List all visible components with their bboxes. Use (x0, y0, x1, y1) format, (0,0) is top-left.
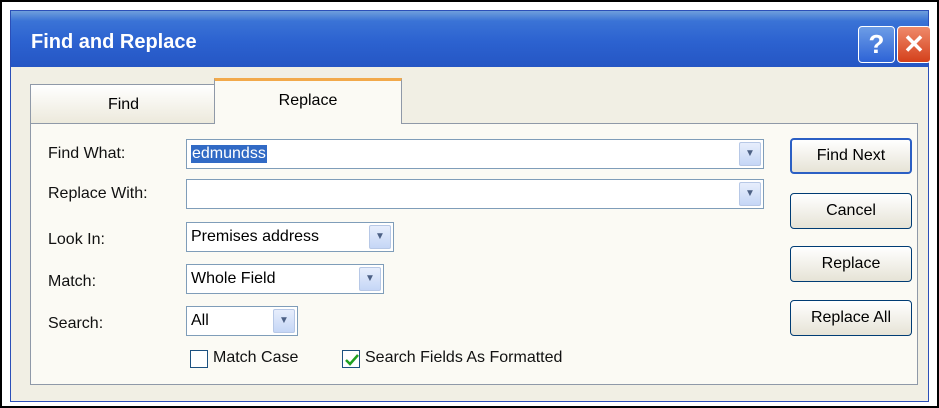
find-what-value: edmundss (191, 145, 267, 163)
look-in-label: Look In: (48, 231, 105, 248)
title-bar[interactable]: Find and Replace ? ✕ (11, 11, 931, 67)
search-label: Search: (48, 315, 104, 332)
help-button[interactable]: ? (858, 26, 895, 63)
find-what-combobox[interactable]: edmundss ▼ (186, 139, 764, 169)
chevron-down-icon[interactable]: ▼ (273, 309, 295, 333)
find-next-button[interactable]: Find Next (790, 138, 912, 174)
tab-find[interactable]: Find (30, 84, 217, 124)
search-fields-as-formatted-label[interactable]: Search Fields As Formatted (365, 349, 562, 367)
replace-with-combobox[interactable]: ▼ (186, 179, 764, 209)
replace-button[interactable]: Replace (790, 246, 912, 282)
match-label: Match: (48, 273, 97, 290)
chevron-down-icon[interactable]: ▼ (739, 182, 761, 206)
look-in-select[interactable]: Premises address ▼ (186, 222, 394, 252)
search-value: All (191, 312, 209, 329)
chevron-down-icon[interactable]: ▼ (369, 225, 391, 249)
cancel-button[interactable]: Cancel (790, 193, 912, 229)
dialog-title: Find and Replace (31, 31, 197, 53)
search-fields-as-formatted-checkbox[interactable] (342, 350, 360, 368)
match-case-label[interactable]: Match Case (213, 349, 298, 367)
tab-replace[interactable]: Replace (214, 78, 402, 124)
look-in-value: Premises address (191, 228, 320, 245)
chevron-down-icon[interactable]: ▼ (739, 142, 761, 166)
chevron-down-icon[interactable]: ▼ (359, 267, 381, 291)
help-icon: ? (868, 29, 885, 59)
match-case-checkbox[interactable] (190, 350, 208, 368)
checkmark-icon (345, 354, 359, 366)
match-value: Whole Field (191, 270, 276, 287)
find-what-label: Find What: (48, 145, 126, 162)
search-select[interactable]: All ▼ (186, 306, 298, 336)
replace-all-button[interactable]: Replace All (790, 300, 912, 336)
close-icon: ✕ (903, 29, 925, 59)
match-select[interactable]: Whole Field ▼ (186, 264, 384, 294)
replace-with-label: Replace With: (48, 185, 148, 202)
close-button[interactable]: ✕ (897, 26, 931, 63)
